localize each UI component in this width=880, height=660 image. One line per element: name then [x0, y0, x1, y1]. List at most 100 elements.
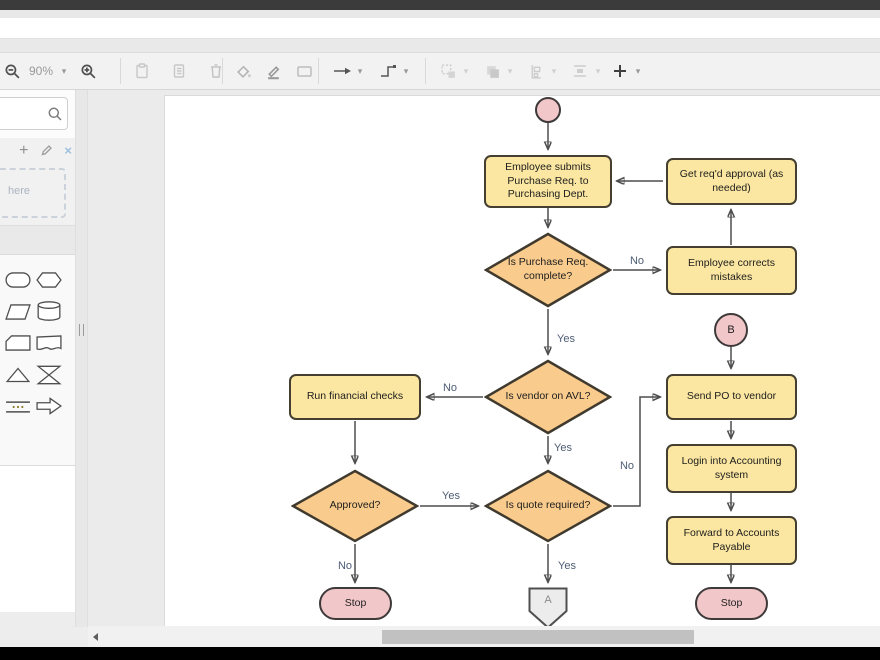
palette-internal-storage-shape[interactable]: [5, 399, 31, 417]
zoom-in-button[interactable]: [76, 59, 100, 83]
zoom-out-icon: [4, 63, 21, 80]
flowchart-node-quote-required[interactable]: Is quote required?: [484, 469, 612, 543]
zoom-in-icon: [80, 63, 97, 80]
palette-database-shape[interactable]: [36, 300, 62, 318]
node-label: Stop: [721, 597, 743, 611]
flowchart-node-run-checks[interactable]: Run financial checks: [289, 374, 421, 420]
add-shape-caret-icon[interactable]: ▾: [632, 66, 644, 77]
palette-preparation-shape[interactable]: [36, 271, 62, 289]
copy-icon: [171, 63, 187, 79]
node-label: A: [528, 593, 568, 607]
style-group: [231, 53, 317, 89]
arrange-group: ▾ ▾ ▾ ▾: [436, 53, 604, 89]
distribute-caret-icon[interactable]: ▾: [592, 66, 604, 77]
bottom-black-bar: [0, 647, 880, 660]
connector-style-caret-icon[interactable]: ▾: [400, 66, 412, 77]
fill-color-button[interactable]: [231, 59, 255, 83]
flowchart-connector-b[interactable]: B: [714, 313, 748, 347]
plus-icon: [612, 63, 628, 79]
add-icon[interactable]: +: [19, 142, 28, 160]
sidebar-collapse-handle-icon[interactable]: [79, 324, 84, 336]
node-label: Run financial checks: [307, 390, 403, 404]
arrange-caret-icon[interactable]: ▾: [460, 66, 472, 77]
distribute-icon: [571, 63, 589, 79]
horizontal-scrollbar-thumb[interactable]: [382, 630, 694, 644]
toolbar-separator: [222, 58, 223, 84]
add-shape-button[interactable]: [608, 59, 632, 83]
flowchart-node-vendor-avl[interactable]: Is vendor on AVL?: [484, 359, 612, 435]
shape-style-icon: [296, 63, 314, 79]
zoom-level-value[interactable]: 90%: [24, 64, 58, 78]
close-icon[interactable]: ×: [64, 142, 72, 160]
node-label: Stop: [345, 597, 367, 611]
flowchart-node-get-approval[interactable]: Get req'd approval (as needed): [666, 158, 797, 205]
flowchart-node-forward-ap[interactable]: Forward to Accounts Payable: [666, 516, 797, 565]
search-icon[interactable]: [47, 106, 63, 122]
toolbar-separator: [425, 58, 426, 84]
toolbar-separator: [318, 58, 319, 84]
flowchart-start-node[interactable]: [535, 97, 561, 123]
panel-actions: + ×: [0, 142, 72, 162]
connector-style-icon: [379, 63, 397, 79]
app-window: //online.visual-paradigm.com/ 90% ▾: [0, 0, 880, 660]
arrange-icon: [440, 63, 457, 80]
zoom-group: 90% ▾: [0, 53, 100, 89]
node-label: Is quote required?: [496, 469, 600, 543]
distribute-button[interactable]: [568, 59, 592, 83]
palette-card-shape[interactable]: [5, 334, 31, 352]
flowchart-node-req-complete[interactable]: Is Purchase Req. complete?: [484, 232, 612, 308]
drop-zone-hint: here: [8, 185, 30, 197]
palette-collate-shape[interactable]: [36, 364, 62, 382]
address-bar[interactable]: //online.visual-paradigm.com/: [0, 18, 880, 39]
palette-arrow-right-shape[interactable]: [36, 396, 62, 414]
group-button[interactable]: [480, 59, 504, 83]
flowchart-stop-right[interactable]: Stop: [695, 587, 768, 620]
copy-button[interactable]: [167, 59, 191, 83]
flowchart-node-send-po[interactable]: Send PO to vendor: [666, 374, 797, 420]
palette-extract-shape[interactable]: [5, 366, 31, 384]
paste-icon: [134, 63, 150, 79]
scrollbar-left-arrow-icon[interactable]: [93, 633, 98, 641]
flowchart-connector-a[interactable]: A: [528, 587, 568, 629]
align-button[interactable]: [524, 59, 548, 83]
arrow-style-caret-icon[interactable]: ▾: [354, 66, 366, 77]
node-label: Employee corrects mistakes: [673, 257, 790, 284]
add-shape-group: ▾: [608, 53, 644, 89]
palette-document-shape[interactable]: [36, 334, 62, 352]
node-label: Is Purchase Req. complete?: [496, 232, 600, 308]
node-label: Send PO to vendor: [687, 390, 776, 404]
search-input[interactable]: [0, 103, 41, 123]
flowchart-node-login-accounting[interactable]: Login into Accounting system: [666, 444, 797, 493]
edit-icon[interactable]: [40, 142, 53, 160]
search-box[interactable]: [0, 97, 68, 130]
node-label: Forward to Accounts Payable: [673, 527, 790, 554]
zoom-level-caret-icon[interactable]: ▾: [58, 66, 70, 77]
bookmarks-strip: [0, 39, 880, 52]
flowchart-node-submit-req[interactable]: Employee submits Purchase Req. to Purcha…: [484, 155, 612, 208]
sidebar-resize-gutter[interactable]: [75, 90, 88, 627]
connector-style-button[interactable]: [376, 59, 400, 83]
node-label: Is vendor on AVL?: [496, 359, 600, 435]
align-icon: [528, 63, 545, 80]
shape-style-button[interactable]: [293, 59, 317, 83]
node-label: Login into Accounting system: [673, 455, 790, 482]
align-caret-icon[interactable]: ▾: [548, 66, 560, 77]
editor-toolbar: 90% ▾: [0, 52, 880, 90]
arrow-style-icon: [332, 64, 352, 78]
node-label: Approved?: [303, 469, 407, 543]
line-color-button[interactable]: [261, 59, 285, 83]
connector-group: ▾ ▾: [330, 53, 412, 89]
flowchart-node-correct-mistakes[interactable]: Employee corrects mistakes: [666, 246, 797, 295]
zoom-out-button[interactable]: [0, 59, 24, 83]
palette-data-shape[interactable]: [5, 303, 31, 321]
arrow-style-button[interactable]: [330, 59, 354, 83]
group-caret-icon[interactable]: ▾: [504, 66, 516, 77]
clipboard-group: [130, 53, 228, 89]
arrange-button[interactable]: [436, 59, 460, 83]
palette-terminator-shape[interactable]: [5, 271, 31, 289]
flowchart-stop-left[interactable]: Stop: [319, 587, 392, 620]
flowchart-node-approved[interactable]: Approved?: [291, 469, 419, 543]
delete-button[interactable]: [204, 59, 228, 83]
palette-empty-section: [0, 466, 75, 612]
paste-button[interactable]: [130, 59, 154, 83]
